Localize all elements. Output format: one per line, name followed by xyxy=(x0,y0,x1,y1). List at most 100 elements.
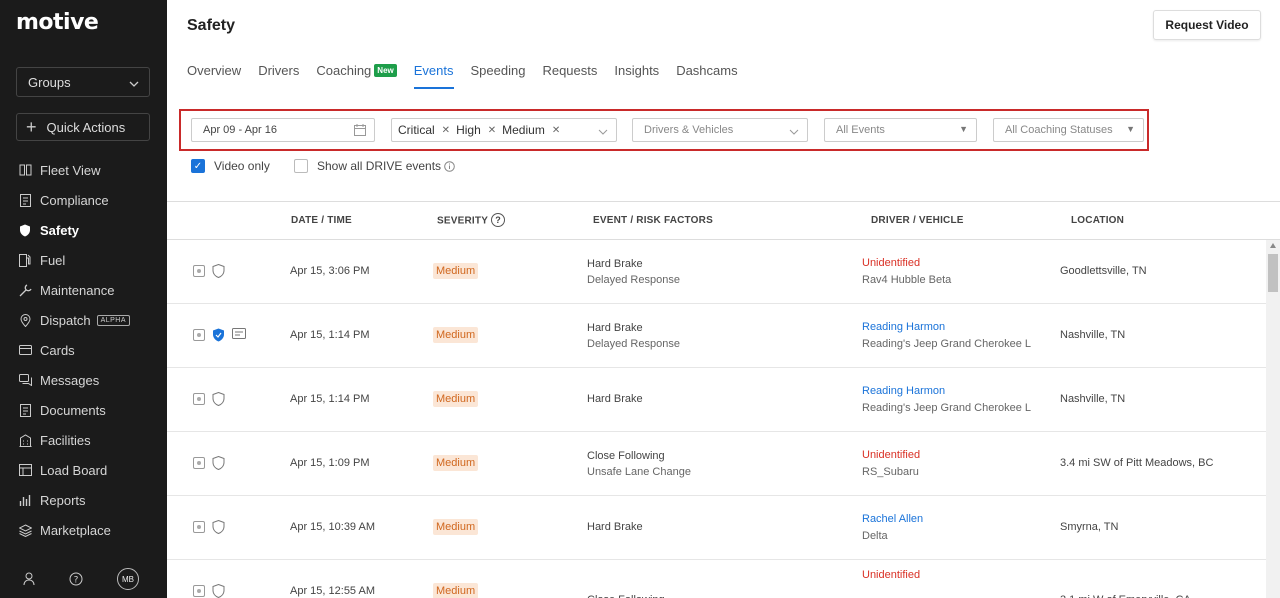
table-row[interactable]: Apr 15, 1:14 PM Medium Hard Brake Reading H… xyxy=(167,368,1267,432)
page-title: Safety xyxy=(187,17,236,34)
event-type: Hard Brake xyxy=(587,322,643,334)
sidebar-item-maintenance[interactable]: Maintenance xyxy=(0,275,167,305)
shield-icon[interactable] xyxy=(212,583,225,598)
table-row[interactable]: Apr 15, 10:39 AM Medium Hard Brake Rachel A… xyxy=(167,496,1267,560)
tab-dashcams[interactable]: Dashcams xyxy=(676,63,737,89)
driver-name[interactable]: Unidentified xyxy=(862,449,920,461)
event-type: Close Following xyxy=(587,594,665,598)
show-drive-events-checkbox[interactable]: Show all DRIVE events xyxy=(294,159,455,173)
request-video-button[interactable]: Request Video xyxy=(1153,10,1261,40)
sidebar-item-label: Fleet View xyxy=(40,162,101,178)
col-severity[interactable]: SEVERITY? xyxy=(437,213,506,227)
tab-requests[interactable]: Requests xyxy=(542,63,597,89)
chip-label: Medium xyxy=(502,123,545,137)
table-row[interactable]: Apr 15, 3:06 PM Medium Hard Brake Delayed R… xyxy=(167,240,1267,304)
event-location: Goodlettsville, TN xyxy=(1060,265,1147,277)
shield-icon[interactable] xyxy=(212,455,225,475)
event-date: Apr 15, 12:55 AM xyxy=(290,585,375,597)
col-label: SEVERITY xyxy=(437,215,489,227)
quick-actions-button[interactable]: + Quick Actions xyxy=(16,113,150,141)
sidebar-item-label: Documents xyxy=(40,402,106,418)
video-icon[interactable] xyxy=(193,393,205,405)
sidebar-nav: Fleet View Compliance Safety Fuel Mainte… xyxy=(0,155,167,545)
sidebar-item-load-board[interactable]: Load Board xyxy=(0,455,167,485)
sidebar-item-safety[interactable]: Safety xyxy=(0,215,167,245)
video-icon[interactable] xyxy=(193,457,205,469)
table-row[interactable]: Apr 15, 12:55 AM Medium Close Following Uni… xyxy=(167,560,1267,598)
tab-events[interactable]: Events xyxy=(413,63,454,89)
sidebar-item-label: Marketplace xyxy=(40,522,111,538)
help-icon[interactable]: ? xyxy=(69,572,83,591)
tab-speeding[interactable]: Speeding xyxy=(471,63,526,89)
close-icon[interactable]: ✕ xyxy=(442,125,450,136)
sidebar-item-messages[interactable]: Messages xyxy=(0,365,167,395)
shield-icon[interactable] xyxy=(212,519,225,539)
driver-name[interactable]: Rachel Allen xyxy=(862,513,923,525)
sidebar-item-fuel[interactable]: Fuel xyxy=(0,245,167,275)
tab-label: Speeding xyxy=(470,63,526,78)
sidebar-item-marketplace[interactable]: Marketplace xyxy=(0,515,167,545)
sidebar-item-fleet-view[interactable]: Fleet View xyxy=(0,155,167,185)
groups-dropdown[interactable]: Groups xyxy=(16,67,150,97)
drivers-vehicles-select[interactable]: Drivers & Vehicles xyxy=(632,118,808,142)
avatar[interactable]: MB xyxy=(117,568,139,590)
close-icon[interactable]: ✕ xyxy=(488,125,496,136)
sidebar-item-compliance[interactable]: Compliance xyxy=(0,185,167,215)
table-row[interactable]: Apr 15, 1:14 PM Medium Hard Brake Delayed R… xyxy=(167,304,1267,368)
sidebar-item-dispatch[interactable]: Dispatch ALPHA xyxy=(0,305,167,335)
video-only-checkbox[interactable]: ✓ Video only xyxy=(191,159,270,173)
sidebar-item-label: Cards xyxy=(40,342,75,358)
checkmark-icon: ✓ xyxy=(191,159,205,173)
col-date-time[interactable]: DATE / TIME xyxy=(291,215,352,226)
sidebar-item-documents[interactable]: Documents xyxy=(0,395,167,425)
shield-icon[interactable] xyxy=(212,391,225,411)
motive-logo[interactable]: motive xyxy=(16,10,99,35)
calendar-icon xyxy=(354,124,366,138)
tab-insights[interactable]: Insights xyxy=(614,63,659,89)
risk-factor: Unsafe Lane Change xyxy=(587,466,691,478)
severity-chip-medium: Medium ✕ xyxy=(502,123,560,137)
bar-chart-icon xyxy=(18,493,32,507)
note-icon[interactable] xyxy=(232,328,246,346)
driver-name[interactable]: Reading Harmon xyxy=(862,385,945,397)
sidebar-item-facilities[interactable]: Facilities xyxy=(0,425,167,455)
tab-overview[interactable]: Overview xyxy=(187,63,241,89)
driver-name[interactable]: Reading Harmon xyxy=(862,321,945,333)
events-select[interactable]: All Events ▼ xyxy=(824,118,977,142)
video-icon[interactable] xyxy=(193,585,205,597)
driver-name[interactable]: Unidentified xyxy=(862,257,920,269)
sidebar: motive Groups + Quick Actions Fleet View… xyxy=(0,0,167,598)
caret-down-icon: ▼ xyxy=(959,124,968,134)
tab-coaching[interactable]: Coaching New xyxy=(316,63,397,89)
shield-icon xyxy=(18,223,32,237)
chat-icon xyxy=(18,373,32,387)
sidebar-item-reports[interactable]: Reports xyxy=(0,485,167,515)
close-icon[interactable]: ✕ xyxy=(552,125,560,136)
sidebar-item-label: Fuel xyxy=(40,252,66,268)
shield-coached-icon[interactable] xyxy=(212,328,225,347)
date-range-picker[interactable]: Apr 09 - Apr 16 xyxy=(191,118,375,142)
shield-icon[interactable] xyxy=(212,263,225,283)
user-settings-icon[interactable] xyxy=(23,572,37,591)
sidebar-item-cards[interactable]: Cards xyxy=(0,335,167,365)
scroll-up-arrow-icon[interactable] xyxy=(1270,243,1276,248)
table-row[interactable]: Apr 15, 1:09 PM Medium Close Following Unsa… xyxy=(167,432,1267,496)
severity-multiselect[interactable]: Critical ✕ High ✕ Medium ✕ xyxy=(391,118,617,142)
col-event: EVENT / RISK FACTORS xyxy=(593,215,713,226)
scrollbar[interactable] xyxy=(1266,240,1280,598)
sidebar-item-label: Messages xyxy=(40,372,100,388)
tab-label: Events xyxy=(413,63,454,78)
driver-name[interactable]: Unidentified xyxy=(862,569,920,581)
help-icon[interactable]: ? xyxy=(491,213,506,227)
video-icon[interactable] xyxy=(193,265,205,277)
video-icon[interactable] xyxy=(193,329,205,341)
video-icon[interactable] xyxy=(193,521,205,533)
tab-label: Insights xyxy=(614,63,660,78)
tab-drivers[interactable]: Drivers xyxy=(258,63,299,89)
scrollbar-thumb[interactable] xyxy=(1268,254,1278,292)
quick-actions-label: Quick Actions xyxy=(46,119,126,135)
info-icon[interactable] xyxy=(444,160,455,172)
risk-factor: Delayed Response xyxy=(587,338,680,350)
coaching-status-select[interactable]: All Coaching Statuses ▼ xyxy=(993,118,1144,142)
col-driver-vehicle[interactable]: DRIVER / VEHICLE xyxy=(871,215,964,226)
